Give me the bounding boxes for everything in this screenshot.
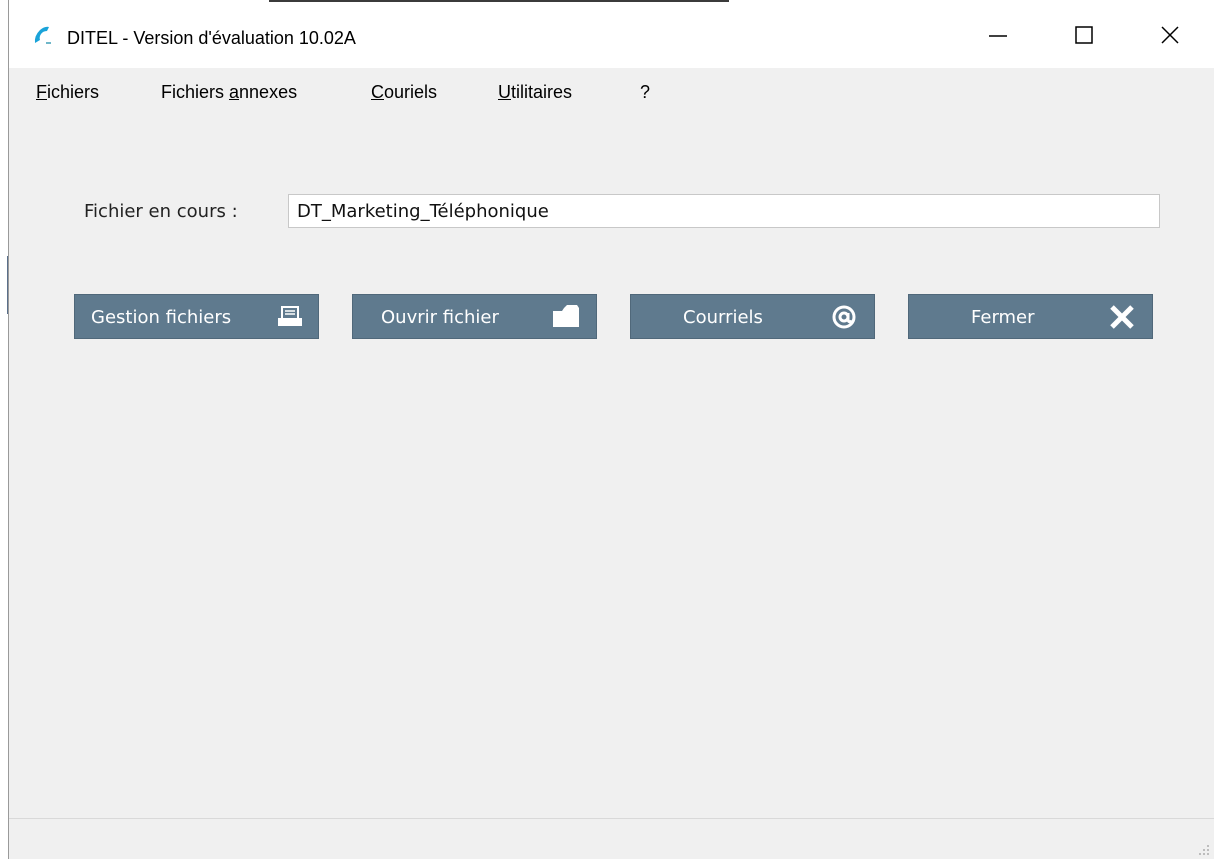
menu-label-prefix: ? (640, 82, 651, 102)
menu-fichiers-annexes[interactable]: Fichiers annexes (161, 82, 297, 103)
fermer-button[interactable]: Fermer (908, 294, 1153, 339)
desktop-edge (0, 0, 9, 859)
current-file-input[interactable] (288, 194, 1160, 228)
main-window: DITEL - Version d'évaluation 10.02A Fich… (8, 0, 1214, 859)
courriels-button[interactable]: Courriels (630, 294, 875, 339)
menu-help[interactable]: ? (640, 82, 650, 103)
phone-handset-icon (32, 24, 54, 46)
maximize-button[interactable] (1061, 14, 1107, 60)
menu-bar: Fichiers Fichiers annexes Couriels Utili… (9, 68, 1214, 114)
gestion-fichiers-button[interactable]: Gestion fichiers (74, 294, 319, 339)
title-bar-accent (269, 0, 729, 2)
menu-mnemonic: F (36, 82, 47, 102)
menu-label-rest: ouriels (384, 82, 438, 102)
menu-label-rest: tilitaires (511, 82, 573, 102)
gestion-fichiers-label: Gestion fichiers (91, 307, 232, 328)
close-button[interactable] (1147, 14, 1193, 60)
current-file-label: Fichier en cours : (84, 201, 238, 222)
main-content: Fichier en cours : Gestion fichiers Ouvr… (9, 114, 1214, 818)
window-title: DITEL - Version d'évaluation 10.02A (67, 28, 356, 48)
close-x-icon (1107, 303, 1137, 331)
ouvrir-fichier-button[interactable]: Ouvrir fichier (352, 294, 597, 339)
ouvrir-fichier-label: Ouvrir fichier (381, 307, 499, 328)
menu-utilitaires[interactable]: Utilitaires (498, 82, 572, 103)
menu-label-rest: nnexes (239, 82, 298, 102)
menu-mnemonic: a (229, 82, 240, 102)
menu-fichiers[interactable]: Fichiers (36, 82, 99, 103)
menu-couriels[interactable]: Couriels (371, 82, 437, 103)
menu-label-prefix: Fichiers (161, 82, 230, 102)
minimize-button[interactable] (975, 14, 1021, 60)
minimize-icon (988, 25, 1008, 49)
resize-grip-icon[interactable] (1196, 841, 1210, 855)
courriels-label: Courriels (683, 307, 763, 328)
close-icon (1160, 25, 1180, 49)
menu-mnemonic: U (498, 82, 511, 102)
status-bar (9, 818, 1214, 859)
folder-icon (551, 303, 581, 331)
menu-label-rest: ichiers (47, 82, 100, 102)
at-sign-icon (829, 303, 859, 331)
file-tray-icon (275, 303, 305, 331)
title-bar[interactable]: DITEL - Version d'évaluation 10.02A (9, 0, 1214, 68)
maximize-icon (1074, 25, 1094, 49)
fermer-label: Fermer (971, 307, 1035, 328)
menu-mnemonic: C (371, 82, 384, 102)
